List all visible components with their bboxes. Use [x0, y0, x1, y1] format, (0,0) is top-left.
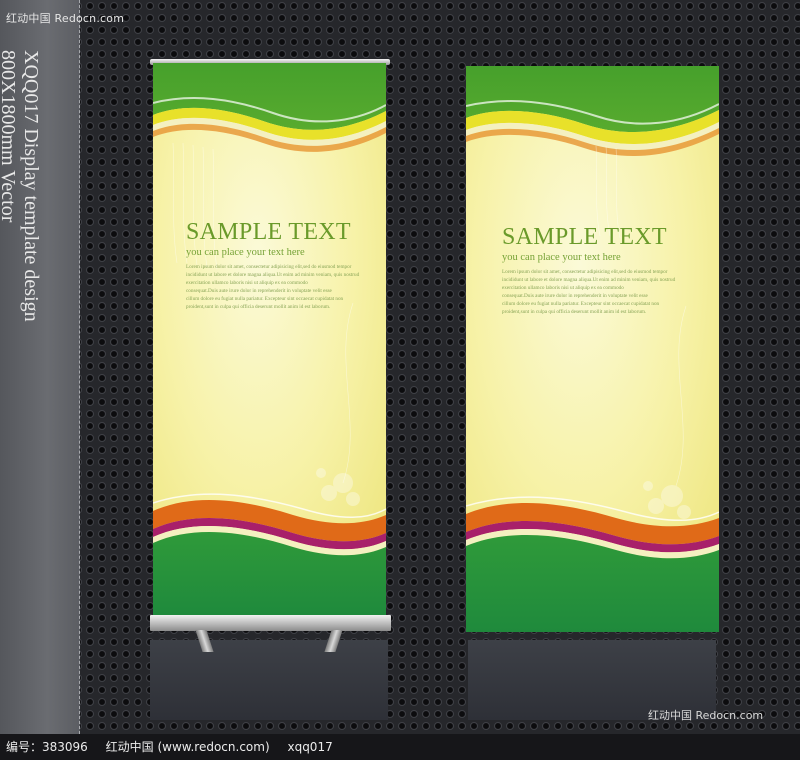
sample-body: Lorem ipsum dolor sit amet, consectetur … [186, 263, 386, 311]
body-line: cillum dolore eu fugiat nulla pariatur. … [186, 296, 344, 302]
sample-title: SAMPLE TEXT [502, 224, 667, 250]
footer-bar: 编号：383096 红动中国 (www.redocn.com) xqq017 [0, 734, 800, 760]
banner-artwork-left [153, 63, 386, 615]
sample-body: Lorem ipsum dolor sit amet, consectetur … [502, 268, 719, 316]
sample-title: SAMPLE TEXT [186, 219, 351, 245]
footer-site: 红动中国 (www.redocn.com) [105, 740, 270, 754]
watermark: 红动中国 Redocn.com [648, 709, 764, 722]
rollup-banner-right: SAMPLE TEXT you can place your text here… [466, 66, 719, 632]
caption-strip: 红动中国 Redocn.com XQQ017 Display template … [0, 0, 124, 734]
canvas-background: 红动中国 Redocn.com XQQ017 Display template … [0, 0, 800, 734]
body-line: exercitation ullamco laboris nisi ut ali… [186, 280, 308, 286]
footer-id: 编号：383096 [6, 740, 88, 754]
body-line: cillum dolore eu fugiat nulla pariatur. … [502, 301, 660, 307]
banner-artwork-right [466, 66, 719, 632]
body-line: incididunt ut labore et dolore magna ali… [502, 277, 676, 283]
caption-line-2: 800X1800mm Vector [0, 50, 19, 223]
body-line: consequat.Duis aute irure dolor in repre… [186, 288, 332, 294]
site-logo: 红动中国 Redocn.com [6, 12, 125, 25]
sample-subtitle: you can place your text here [502, 252, 621, 263]
vertical-caption: XQQ017 Display template design 800X1800m… [0, 50, 42, 322]
body-line: Lorem ipsum dolor sit amet, consectetur … [186, 264, 352, 270]
body-line: incididunt ut labore et dolore magna ali… [186, 272, 360, 278]
floor-shadow-left [150, 640, 388, 720]
rollup-banner-left: SAMPLE TEXT you can place your text here… [153, 63, 386, 615]
body-line: exercitation ullamco laboris nisi ut ali… [502, 285, 624, 291]
body-line: proident,sunt in culpa qui officia deser… [502, 309, 647, 315]
stand-base-bar [150, 615, 391, 631]
body-line: consequat.Duis aute irure dolor in repre… [502, 293, 648, 299]
caption-line-1: XQQ017 Display template design [20, 50, 42, 322]
body-line: proident,sunt in culpa qui officia deser… [186, 304, 331, 310]
banner-text-block-right: SAMPLE TEXT you can place your text here… [502, 224, 719, 316]
body-line: Lorem ipsum dolor sit amet, consectetur … [502, 269, 668, 275]
footer-author: xqq017 [287, 740, 333, 754]
banner-text-block-left: SAMPLE TEXT you can place your text here… [186, 219, 386, 311]
sample-subtitle: you can place your text here [186, 247, 305, 258]
